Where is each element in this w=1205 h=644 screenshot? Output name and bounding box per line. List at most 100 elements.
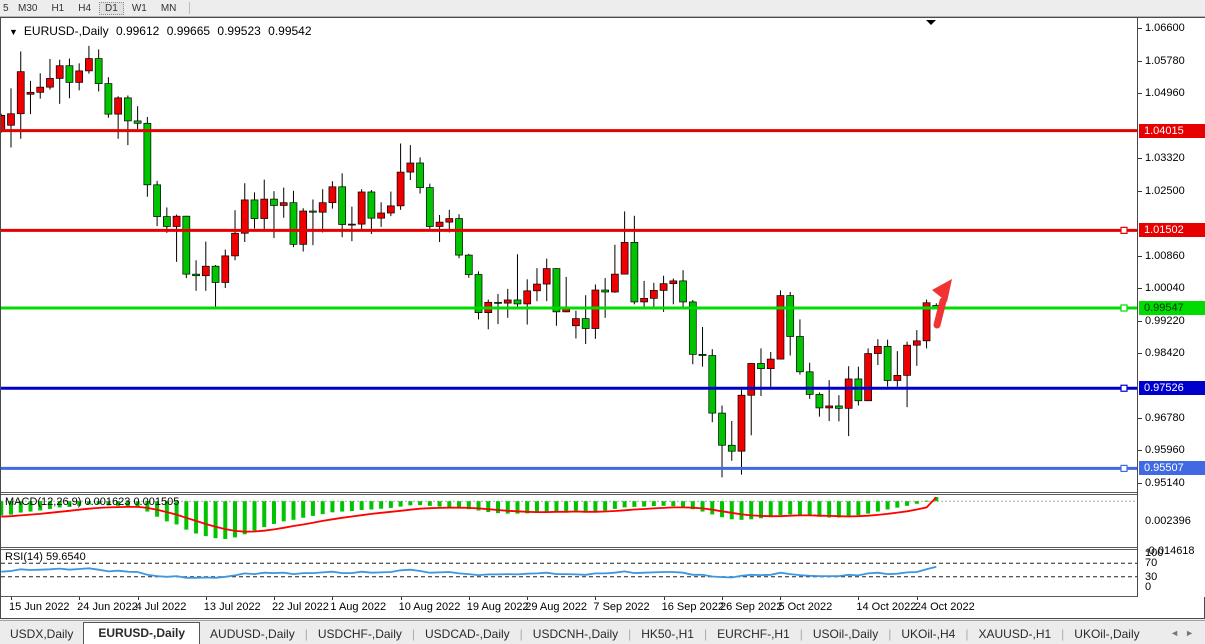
time-axis-label: 29 Aug 2022 (525, 601, 587, 613)
time-axis-label: 10 Aug 2022 (399, 601, 461, 613)
rsi-scale-label: 70 (1145, 557, 1157, 569)
time-axis-label: 24 Jun 2022 (77, 601, 138, 613)
price-axis-label: 1.00040 (1145, 282, 1185, 294)
rsi-canvas[interactable] (1, 550, 1137, 596)
timeframe-button-h4[interactable]: H4 (72, 2, 97, 15)
toolbar-divider (189, 2, 190, 14)
price-axis-label: 1.00860 (1145, 250, 1185, 262)
time-axis-tick (11, 597, 12, 600)
price-axis-tick (1138, 256, 1142, 257)
price-axis-label: 0.96780 (1145, 412, 1185, 424)
time-axis-tick (332, 597, 333, 600)
timeframe-button-mn[interactable]: MN (155, 2, 183, 15)
time-axis-label: 1 Aug 2022 (330, 601, 386, 613)
price-axis[interactable]: 1.06600 1.05780 1.04960 1.03320 1.02500 1.008… (1137, 18, 1205, 597)
price-chart-canvas[interactable] (1, 18, 1137, 492)
chart-window: ▼EURUSD-,Daily 0.99612 0.99665 0.99523 0… (0, 17, 1205, 619)
time-axis-tick (595, 597, 596, 600)
time-axis-tick (469, 597, 470, 600)
title-high: 0.99665 (167, 24, 210, 38)
tab-scroll-right-icon[interactable]: ► (1185, 628, 1194, 638)
time-axis-label: 7 Sep 2022 (593, 601, 649, 613)
price-axis-label: 0.95960 (1145, 444, 1185, 456)
time-axis-label: 16 Sep 2022 (662, 601, 724, 613)
tab-ukoil-daily[interactable]: UKOil-,Daily (1064, 624, 1149, 644)
price-badge-0.97526: 0.97526 (1139, 381, 1205, 395)
price-axis-label: 0.98420 (1145, 347, 1185, 359)
price-axis-tick (1138, 191, 1142, 192)
timeframe-button-w1[interactable]: W1 (126, 2, 153, 15)
tab-usdchf-daily[interactable]: USDCHF-,Daily (308, 624, 412, 644)
time-axis-label: 5 Oct 2022 (778, 601, 832, 613)
price-axis-tick (1138, 28, 1142, 29)
price-badge-1.01502: 1.01502 (1139, 223, 1205, 237)
tab-scroll-nav: ◄► (1167, 623, 1197, 644)
tab-eurusd-daily[interactable]: EURUSD-,Daily (83, 622, 200, 644)
price-axis-label: 1.06600 (1145, 22, 1185, 34)
tab-usdcad-daily[interactable]: USDCAD-,Daily (415, 624, 520, 644)
panel-separator[interactable] (1, 547, 1204, 548)
tab-usdcnh-daily[interactable]: USDCNH-,Daily (523, 624, 628, 644)
price-axis-tick (1138, 418, 1142, 419)
tab-scroll-left-icon[interactable]: ◄ (1170, 628, 1179, 638)
tab-ukoil-h4[interactable]: UKOil-,H4 (891, 624, 965, 644)
macd-label: MACD(12,26,9) 0.001623 0.001505 (5, 496, 179, 508)
time-axis-label: 24 Oct 2022 (915, 601, 975, 613)
time-axis-label: 22 Jul 2022 (272, 601, 329, 613)
time-axis-tick (780, 597, 781, 600)
timeframe-button-d1[interactable]: D1 (99, 2, 124, 15)
price-axis-tick (1138, 61, 1142, 62)
price-axis-tick (1138, 353, 1142, 354)
timeframe-button-h1[interactable]: H1 (45, 2, 70, 15)
tab-usdx-daily[interactable]: USDX,Daily (0, 624, 83, 644)
trend-arrow-annotation[interactable] (932, 279, 952, 325)
price-axis-tick (1138, 483, 1142, 484)
tab-usoil-daily[interactable]: USOil-,Daily (803, 624, 888, 644)
mt4-window: 5M30H1H4D1W1MN ▼EURUSD-,Daily 0.99612 0.… (0, 0, 1205, 644)
price-badge-1.04015: 1.04015 (1139, 124, 1205, 138)
time-axis-tick (664, 597, 665, 600)
price-axis-label: 1.05780 (1145, 55, 1185, 67)
time-axis-tick (401, 597, 402, 600)
price-axis-tick (1138, 321, 1142, 322)
time-axis-tick (917, 597, 918, 600)
price-axis-tick (1138, 93, 1142, 94)
time-axis-label: 26 Sep 2022 (720, 601, 782, 613)
title-open: 0.99612 (116, 24, 159, 38)
time-axis-tick (722, 597, 723, 600)
price-axis-label: 1.03320 (1145, 152, 1185, 164)
macd-scale-label: 0.002396 (1145, 515, 1191, 527)
price-axis-tick (1138, 288, 1142, 289)
price-badge-0.95507: 0.95507 (1139, 461, 1205, 475)
time-axis-label: 4 Jul 2022 (136, 601, 187, 613)
price-axis-label: 0.99220 (1145, 315, 1185, 327)
time-axis-label: 15 Jun 2022 (9, 601, 70, 613)
price-axis-label: 0.95140 (1145, 477, 1185, 489)
price-axis-label: 1.04960 (1145, 87, 1185, 99)
time-axis-tick (527, 597, 528, 600)
time-axis-label: 13 Jul 2022 (204, 601, 261, 613)
time-axis-tick (206, 597, 207, 600)
symbol-tab-bar: USDX,DailyEURUSD-,DailyAUDUSD-,Daily|USD… (0, 620, 1205, 644)
time-axis-tick (274, 597, 275, 600)
title-dropdown-icon[interactable]: ▼ (9, 27, 18, 37)
price-axis-tick (1138, 450, 1142, 451)
time-axis-label: 14 Oct 2022 (856, 601, 916, 613)
title-close: 0.99542 (268, 24, 311, 38)
chart-title: ▼EURUSD-,Daily 0.99612 0.99665 0.99523 0… (9, 24, 316, 38)
tab-audusd-daily[interactable]: AUDUSD-,Daily (200, 624, 305, 644)
time-axis-label: 19 Aug 2022 (467, 601, 529, 613)
timeframe-toolbar: 5M30H1H4D1W1MN (0, 0, 1205, 17)
rsi-scale-label: 0 (1145, 581, 1151, 593)
chart-shift-marker-icon (926, 20, 936, 25)
timeframe-button-5[interactable]: 5 (1, 2, 10, 15)
time-axis-tick (79, 597, 80, 600)
rsi-label: RSI(14) 59.6540 (5, 551, 86, 563)
tab-eurchf-h1[interactable]: EURCHF-,H1 (707, 624, 800, 644)
time-axis[interactable]: 15 Jun 2022 24 Jun 20224 Jul 2022 13 Jul 2… (1, 597, 1204, 618)
tab-xauusd-h1[interactable]: XAUUSD-,H1 (968, 624, 1061, 644)
price-axis-label: 1.02500 (1145, 185, 1185, 197)
timeframe-button-m30[interactable]: M30 (12, 2, 43, 15)
tab-hk50-h1[interactable]: HK50-,H1 (631, 624, 704, 644)
panel-separator[interactable] (1, 492, 1204, 493)
